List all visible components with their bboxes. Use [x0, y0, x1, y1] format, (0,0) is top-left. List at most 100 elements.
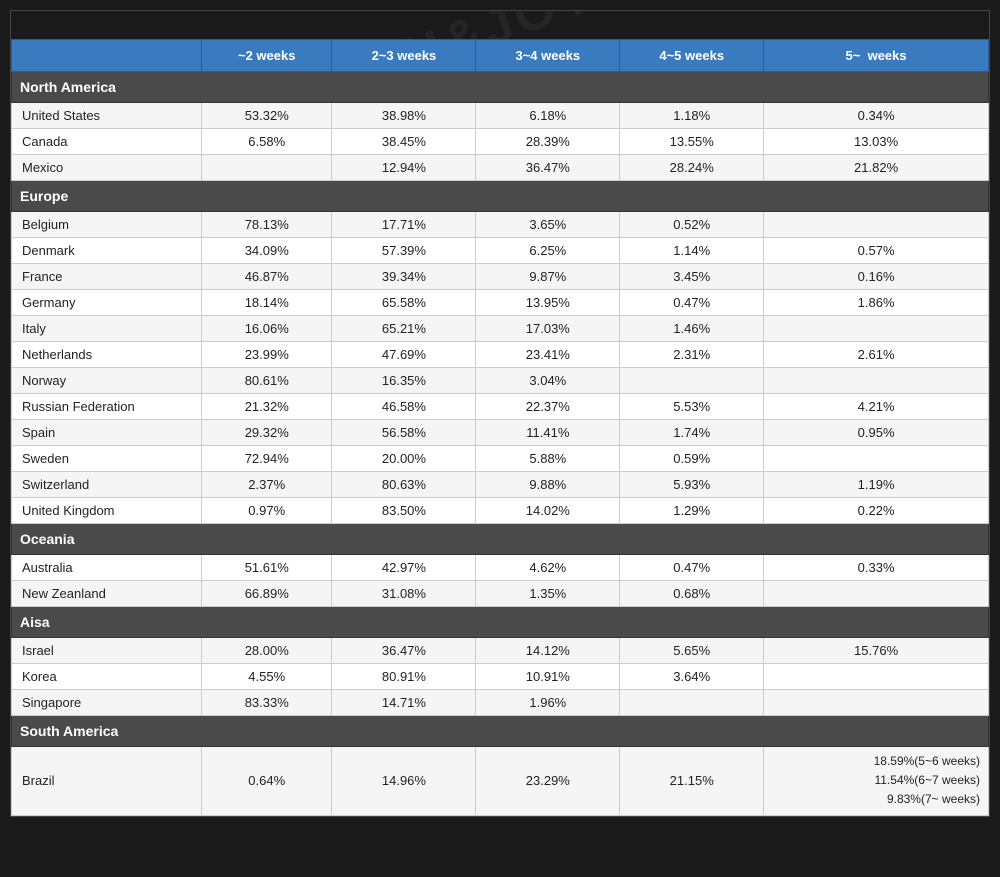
country-cell: United States — [12, 103, 202, 129]
value-cell: 56.58% — [332, 420, 476, 446]
value-cell: 29.32% — [202, 420, 332, 446]
country-cell: Spain — [12, 420, 202, 446]
col-2weeks: ~2 weeks — [202, 40, 332, 72]
value-cell: 0.97% — [202, 498, 332, 524]
value-cell: 11.41% — [476, 420, 620, 446]
value-cell: 78.13% — [202, 212, 332, 238]
col-country — [12, 40, 202, 72]
table-row: France46.87%39.34%9.87%3.45%0.16% — [12, 264, 989, 290]
country-cell: Russian Federation — [12, 394, 202, 420]
value-cell: 38.98% — [332, 103, 476, 129]
value-cell: 13.55% — [620, 129, 764, 155]
value-cell — [764, 690, 989, 716]
value-cell: 0.22% — [764, 498, 989, 524]
value-cell: 3.04% — [476, 368, 620, 394]
value-cell: 46.58% — [332, 394, 476, 420]
value-cell: 46.87% — [202, 264, 332, 290]
table-row: Netherlands23.99%47.69%23.41%2.31%2.61% — [12, 342, 989, 368]
country-cell: Australia — [12, 555, 202, 581]
value-cell: 14.71% — [332, 690, 476, 716]
value-cell: 3.64% — [620, 664, 764, 690]
table-row: Denmark34.09%57.39%6.25%1.14%0.57% — [12, 238, 989, 264]
value-cell: 22.37% — [476, 394, 620, 420]
section-row: Europe — [12, 181, 989, 212]
value-cell: 80.63% — [332, 472, 476, 498]
value-cell: 34.09% — [202, 238, 332, 264]
value-cell: 2.31% — [620, 342, 764, 368]
table-row: Brazil0.64%14.96%23.29%21.15%18.59%(5~6 … — [12, 747, 989, 816]
table-row: Russian Federation21.32%46.58%22.37%5.53… — [12, 394, 989, 420]
value-cell: 38.45% — [332, 129, 476, 155]
value-cell — [764, 212, 989, 238]
value-cell: 1.46% — [620, 316, 764, 342]
value-cell: 66.89% — [202, 581, 332, 607]
country-cell: France — [12, 264, 202, 290]
table-row: United Kingdom0.97%83.50%14.02%1.29%0.22… — [12, 498, 989, 524]
value-cell: 23.41% — [476, 342, 620, 368]
col-34weeks: 3~4 weeks — [476, 40, 620, 72]
value-cell: 1.18% — [620, 103, 764, 129]
table-row: New Zeanland66.89%31.08%1.35%0.68% — [12, 581, 989, 607]
value-cell: 3.45% — [620, 264, 764, 290]
value-cell: 39.34% — [332, 264, 476, 290]
value-cell: 5.88% — [476, 446, 620, 472]
value-cell: 18.14% — [202, 290, 332, 316]
value-cell: 0.47% — [620, 290, 764, 316]
value-cell: 65.21% — [332, 316, 476, 342]
value-cell: 1.29% — [620, 498, 764, 524]
value-cell: 5.93% — [620, 472, 764, 498]
value-cell: 6.18% — [476, 103, 620, 129]
value-cell: 0.57% — [764, 238, 989, 264]
country-cell: Brazil — [12, 747, 202, 816]
value-cell — [620, 690, 764, 716]
value-cell: 0.95% — [764, 420, 989, 446]
value-cell: 18.59%(5~6 weeks)11.54%(6~7 weeks)9.83%(… — [764, 747, 989, 816]
watermark: H&JOY H&JOY H&JOY — [141, 11, 860, 39]
value-cell: 1.74% — [620, 420, 764, 446]
value-cell: 2.61% — [764, 342, 989, 368]
value-cell: 21.32% — [202, 394, 332, 420]
value-cell — [764, 664, 989, 690]
table-row: Israel28.00%36.47%14.12%5.65%15.76% — [12, 638, 989, 664]
value-cell: 28.39% — [476, 129, 620, 155]
value-cell: 83.50% — [332, 498, 476, 524]
table-row: Switzerland2.37%80.63%9.88%5.93%1.19% — [12, 472, 989, 498]
value-cell: 9.87% — [476, 264, 620, 290]
value-cell — [764, 446, 989, 472]
table-row: Mexico12.94%36.47%28.24%21.82% — [12, 155, 989, 181]
value-cell: 15.76% — [764, 638, 989, 664]
section-row: North America — [12, 72, 989, 103]
value-cell: 31.08% — [332, 581, 476, 607]
value-cell: 23.99% — [202, 342, 332, 368]
value-cell: 47.69% — [332, 342, 476, 368]
value-cell: 80.91% — [332, 664, 476, 690]
value-cell: 17.03% — [476, 316, 620, 342]
value-cell: 6.25% — [476, 238, 620, 264]
value-cell: 53.32% — [202, 103, 332, 129]
value-cell: 0.47% — [620, 555, 764, 581]
value-cell — [620, 368, 764, 394]
table-row: United States53.32%38.98%6.18%1.18%0.34% — [12, 103, 989, 129]
value-cell: 5.53% — [620, 394, 764, 420]
section-row: Aisa — [12, 607, 989, 638]
data-table: ~2 weeks 2~3 weeks 3~4 weeks 4~5 weeks 5… — [11, 39, 989, 816]
value-cell: 65.58% — [332, 290, 476, 316]
value-cell: 6.58% — [202, 129, 332, 155]
value-cell: 14.96% — [332, 747, 476, 816]
value-cell: 3.65% — [476, 212, 620, 238]
value-cell — [764, 368, 989, 394]
country-cell: Singapore — [12, 690, 202, 716]
table-row: Belgium78.13%17.71%3.65%0.52% — [12, 212, 989, 238]
value-cell: 9.88% — [476, 472, 620, 498]
value-cell: 10.91% — [476, 664, 620, 690]
value-cell: 1.35% — [476, 581, 620, 607]
value-cell: 17.71% — [332, 212, 476, 238]
value-cell: 23.29% — [476, 747, 620, 816]
value-cell: 42.97% — [332, 555, 476, 581]
col-23weeks: 2~3 weeks — [332, 40, 476, 72]
value-cell: 28.00% — [202, 638, 332, 664]
value-cell: 0.33% — [764, 555, 989, 581]
value-cell: 21.15% — [620, 747, 764, 816]
value-cell: 28.24% — [620, 155, 764, 181]
table-row: Norway80.61%16.35%3.04% — [12, 368, 989, 394]
